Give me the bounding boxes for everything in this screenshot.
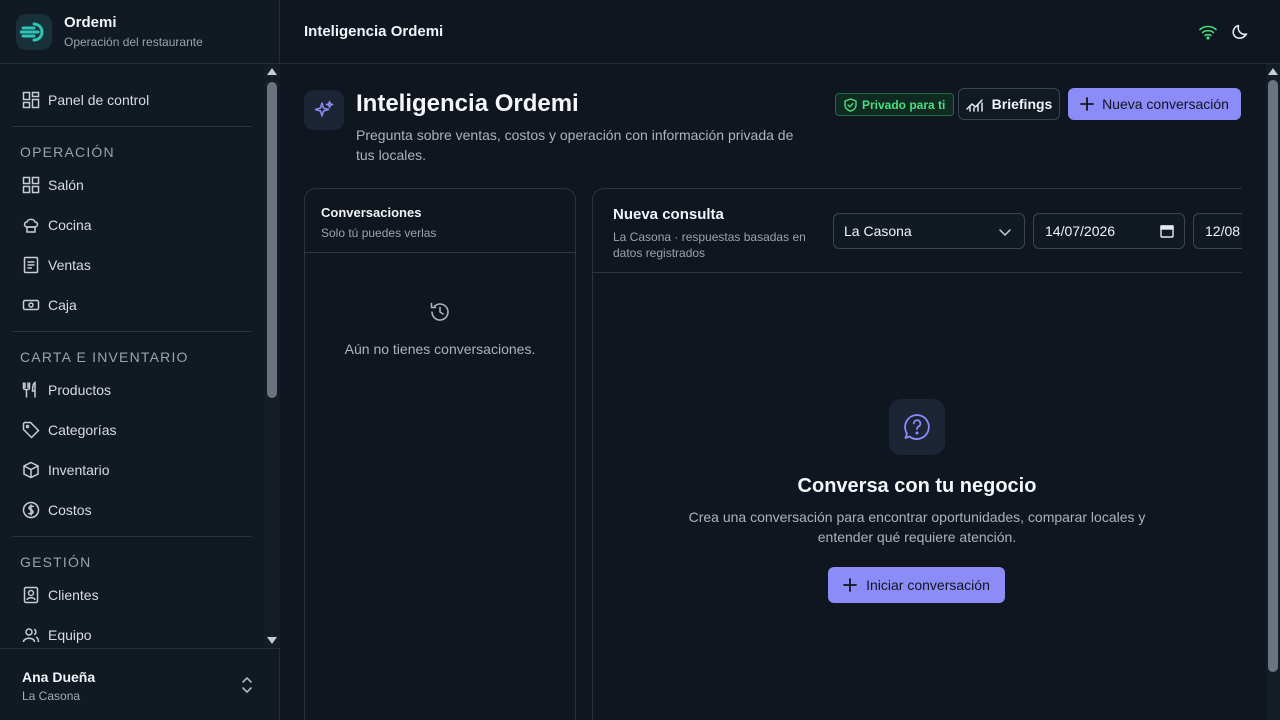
empty-state-description: Crea una conversación para encontrar opo… bbox=[688, 509, 1146, 545]
topbar-icons bbox=[1198, 22, 1250, 42]
sidebar-item-label: Inventario bbox=[48, 462, 110, 478]
plus-icon bbox=[1080, 97, 1094, 111]
sidebar-item-label: Clientes bbox=[48, 587, 99, 603]
date-from-value: 14/07/2026 bbox=[1045, 223, 1116, 239]
brand-name: Ordemi bbox=[64, 14, 117, 31]
utensils-icon bbox=[22, 381, 36, 398]
calendar-icon[interactable] bbox=[1160, 224, 1174, 238]
user-switcher[interactable]: Ana Dueña La Casona bbox=[0, 648, 280, 720]
briefings-button[interactable]: Briefings bbox=[958, 88, 1060, 120]
shield-check-icon bbox=[844, 97, 857, 112]
sidebar-item-productos[interactable]: Productos bbox=[12, 374, 252, 406]
package-icon bbox=[23, 461, 39, 479]
dollar-circle-icon bbox=[22, 501, 40, 519]
sidebar-item-equipo[interactable]: Equipo bbox=[12, 619, 252, 648]
users-icon bbox=[22, 628, 40, 643]
scroll-up-arrow-icon[interactable] bbox=[1268, 68, 1278, 75]
topbar: Inteligencia Ordemi bbox=[280, 0, 1280, 64]
grid-icon bbox=[22, 176, 40, 194]
section-title-operacion: OPERACIÓN bbox=[20, 144, 115, 160]
chat-subtitle: La Casona · respuestas basadas en datos … bbox=[613, 230, 806, 260]
date-to-value: 12/08 bbox=[1205, 223, 1241, 239]
plus-icon bbox=[843, 578, 858, 592]
chart-line-icon bbox=[965, 99, 983, 112]
private-badge-label: Privado para ti bbox=[862, 97, 946, 112]
divider bbox=[12, 331, 252, 332]
brand[interactable]: Ordemi Operación del restaurante bbox=[0, 0, 279, 64]
sidebar-item-caja[interactable]: Caja bbox=[12, 289, 252, 321]
sidebar-item-salon[interactable]: Salón bbox=[12, 169, 252, 201]
date-from-input[interactable]: 14/07/2026 bbox=[1033, 213, 1185, 249]
scrollbar-thumb[interactable] bbox=[267, 82, 277, 398]
sidebar-item-label: Panel de control bbox=[48, 92, 150, 108]
conversations-header: Conversaciones Solo tú puedes verlas bbox=[305, 189, 575, 253]
start-conversation-label: Iniciar conversación bbox=[866, 577, 990, 593]
main-content: Inteligencia Ordemi Pregunta sobre venta… bbox=[280, 64, 1266, 720]
chat-title: Nueva consulta bbox=[613, 206, 724, 223]
page-scrollbar[interactable] bbox=[1266, 64, 1280, 720]
chevrons-up-down-icon bbox=[242, 677, 252, 693]
sidebar-item-categorias[interactable]: Categorías bbox=[12, 414, 252, 446]
sidebar-item-inventario[interactable]: Inventario bbox=[12, 454, 252, 486]
user-name: Ana Dueña bbox=[22, 669, 96, 685]
new-conversation-label: Nueva conversación bbox=[1102, 96, 1229, 112]
scroll-up-arrow-icon[interactable] bbox=[267, 68, 277, 75]
empty-state-title: Conversa con tu negocio bbox=[797, 475, 1037, 497]
ordemi-logo-icon bbox=[16, 13, 52, 50]
local-select-value: La Casona bbox=[844, 223, 912, 239]
brand-subtitle: Operación del restaurante bbox=[64, 35, 203, 49]
sidebar-item-label: Caja bbox=[48, 297, 77, 313]
dashboard-icon bbox=[22, 91, 40, 109]
chevron-down-icon bbox=[999, 229, 1011, 237]
page-scrollbar-thumb[interactable] bbox=[1268, 80, 1278, 672]
date-to-input[interactable]: 12/08 bbox=[1193, 213, 1242, 249]
receipt-icon bbox=[23, 256, 39, 274]
chat-panel: Nueva consulta La Casona · respuestas ba… bbox=[592, 188, 1242, 720]
sidebar-item-panel-de-control[interactable]: Panel de control bbox=[12, 84, 252, 116]
new-conversation-button[interactable]: Nueva conversación bbox=[1068, 88, 1241, 120]
conversations-subtitle: Solo tú puedes verlas bbox=[321, 226, 437, 240]
sidebar-item-costos[interactable]: Costos bbox=[12, 494, 252, 526]
section-title-gestion: GESTIÓN bbox=[20, 554, 92, 570]
sidebar-item-label: Ventas bbox=[48, 257, 91, 273]
tag-icon bbox=[22, 421, 40, 439]
cash-icon bbox=[22, 299, 40, 311]
chat-header: Nueva consulta La Casona · respuestas ba… bbox=[593, 189, 1242, 273]
wifi-icon bbox=[1199, 25, 1217, 40]
chef-hat-icon bbox=[23, 218, 39, 233]
divider bbox=[12, 536, 252, 537]
sidebar: Ordemi Operación del restaurante Panel d… bbox=[0, 0, 280, 720]
history-icon bbox=[430, 302, 449, 321]
start-conversation-button[interactable]: Iniciar conversación bbox=[828, 567, 1005, 603]
section-title-carta: CARTA E INVENTARIO bbox=[20, 349, 189, 365]
sidebar-item-label: Costos bbox=[48, 502, 92, 518]
sidebar-item-label: Equipo bbox=[48, 627, 92, 643]
sidebar-nav: Panel de control OPERACIÓN Salón Cocina … bbox=[0, 64, 264, 648]
topbar-title: Inteligencia Ordemi bbox=[304, 23, 444, 40]
sidebar-item-ventas[interactable]: Ventas bbox=[12, 249, 252, 281]
conversations-title: Conversaciones bbox=[321, 205, 422, 220]
contact-icon bbox=[23, 586, 39, 604]
sidebar-item-label: Categorías bbox=[48, 422, 117, 438]
scroll-down-arrow-icon[interactable] bbox=[267, 637, 277, 644]
briefings-label: Briefings bbox=[991, 96, 1053, 112]
sidebar-item-label: Productos bbox=[48, 382, 112, 398]
local-select[interactable]: La Casona bbox=[833, 213, 1025, 249]
sidebar-item-label: Salón bbox=[48, 177, 84, 193]
divider bbox=[12, 126, 252, 127]
page-description: Pregunta sobre ventas, costos y operació… bbox=[356, 127, 794, 163]
sidebar-item-cocina[interactable]: Cocina bbox=[12, 209, 252, 241]
sparkles-icon bbox=[304, 90, 344, 130]
sidebar-item-label: Cocina bbox=[48, 217, 92, 233]
page-title: Inteligencia Ordemi bbox=[356, 90, 579, 117]
conversations-empty-text: Aún no tienes conversaciones. bbox=[344, 341, 536, 357]
conversations-panel: Conversaciones Solo tú puedes verlas Aún… bbox=[304, 188, 576, 720]
sidebar-item-clientes[interactable]: Clientes bbox=[12, 579, 252, 611]
sidebar-scrollbar[interactable] bbox=[264, 64, 280, 648]
user-place: La Casona bbox=[22, 689, 81, 703]
private-badge: Privado para ti bbox=[835, 93, 955, 116]
message-question-icon bbox=[889, 399, 945, 455]
moon-icon[interactable] bbox=[1230, 22, 1250, 42]
